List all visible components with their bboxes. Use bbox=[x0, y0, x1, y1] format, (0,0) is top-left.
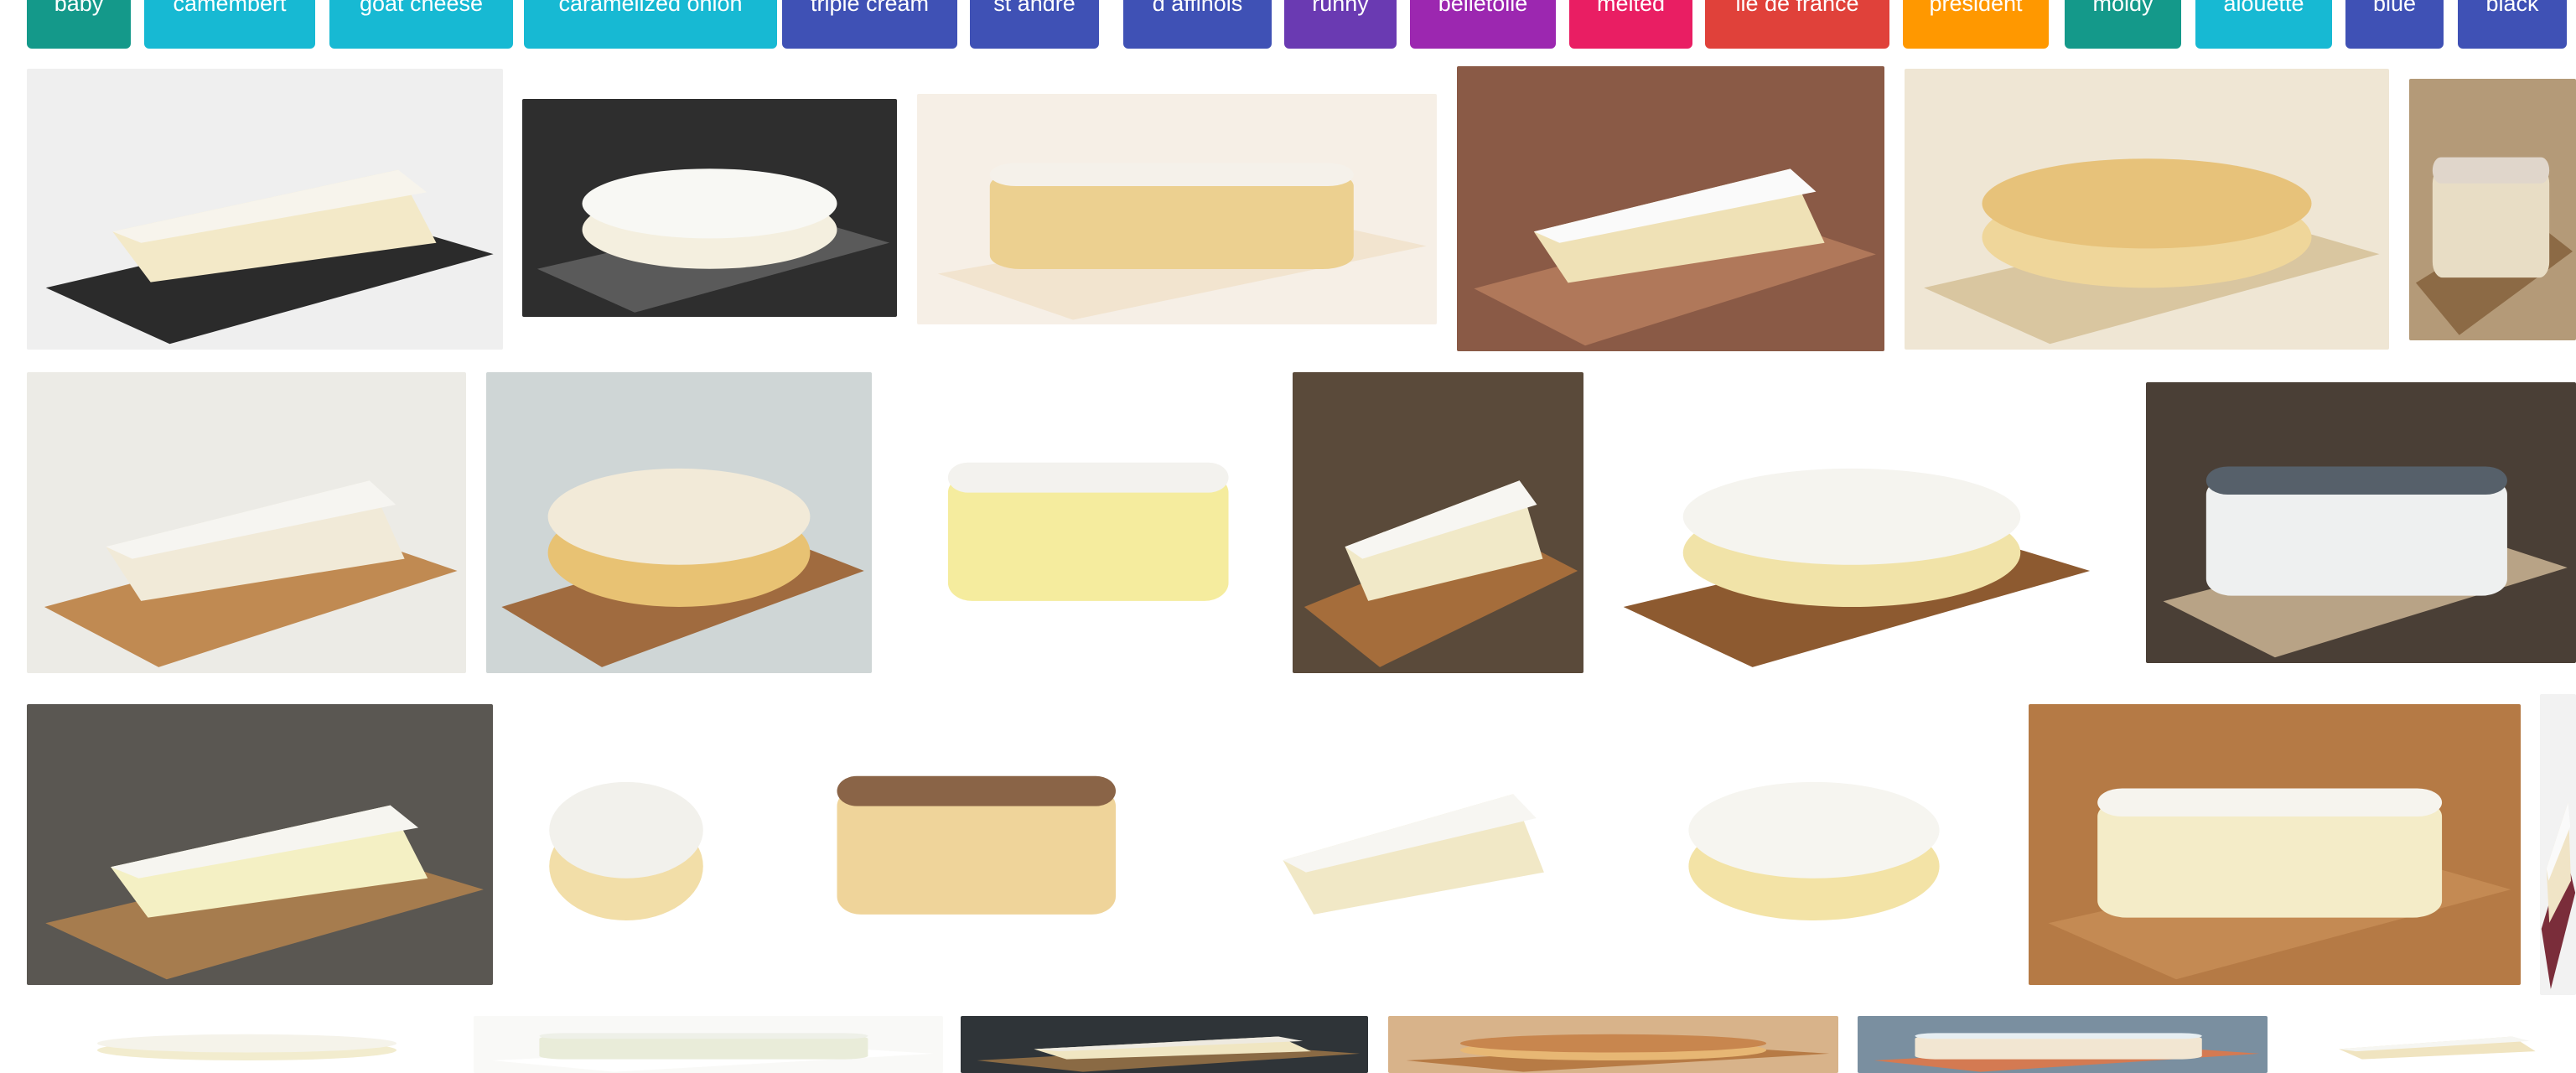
cheese-photo-icon bbox=[2540, 694, 2576, 995]
image-thumbnail[interactable] bbox=[1457, 66, 1884, 351]
image-thumbnail[interactable] bbox=[27, 372, 466, 673]
image-thumbnail[interactable] bbox=[2540, 694, 2576, 995]
cheese-photo-icon bbox=[1214, 686, 1598, 987]
image-thumbnail[interactable] bbox=[1388, 1016, 1838, 1073]
cheese-photo-icon bbox=[1388, 1016, 1838, 1073]
chip-black[interactable]: black bbox=[2458, 0, 2567, 49]
cheese-photo-icon bbox=[2409, 79, 2576, 340]
cheese-photo-icon bbox=[1604, 372, 2100, 673]
image-thumbnail[interactable] bbox=[474, 1016, 943, 1073]
image-thumbnail[interactable] bbox=[1604, 372, 2100, 673]
image-thumbnail[interactable] bbox=[2409, 79, 2576, 340]
image-thumbnail[interactable] bbox=[1905, 69, 2389, 350]
cheese-photo-icon bbox=[961, 1016, 1368, 1073]
image-thumbnail[interactable] bbox=[781, 686, 1179, 987]
cheese-photo-icon bbox=[2146, 382, 2576, 663]
chip-runny[interactable]: runny bbox=[1284, 0, 1397, 49]
cheese-photo-icon bbox=[513, 686, 739, 987]
chip-baby[interactable]: baby bbox=[27, 0, 131, 49]
image-thumbnail[interactable] bbox=[1858, 1016, 2268, 1073]
chip-caramelized-onion[interactable]: caramelized onion bbox=[524, 0, 777, 49]
chip-belletoile[interactable]: belletoile bbox=[1410, 0, 1556, 49]
image-thumbnail[interactable] bbox=[1630, 686, 1998, 987]
cheese-photo-icon bbox=[1457, 66, 1884, 351]
image-thumbnail[interactable] bbox=[2146, 382, 2576, 663]
cheese-photo-icon bbox=[2287, 1016, 2576, 1073]
chip-moldy[interactable]: moldy bbox=[2065, 0, 2181, 49]
image-thumbnail[interactable] bbox=[2287, 1016, 2576, 1073]
cheese-photo-icon bbox=[1858, 1016, 2268, 1073]
cheese-photo-icon bbox=[892, 372, 1293, 673]
image-thumbnail[interactable] bbox=[522, 99, 897, 317]
image-thumbnail[interactable] bbox=[1214, 686, 1598, 987]
cheese-photo-icon bbox=[27, 69, 503, 350]
chip-camembert[interactable]: camembert bbox=[144, 0, 315, 49]
chip-blue[interactable]: blue bbox=[2345, 0, 2444, 49]
image-thumbnail[interactable] bbox=[27, 69, 503, 350]
chip-goat-cheese[interactable]: goat cheese bbox=[329, 0, 513, 49]
image-thumbnail[interactable] bbox=[486, 372, 872, 673]
cheese-photo-icon bbox=[474, 1016, 943, 1073]
chip-melted[interactable]: melted bbox=[1569, 0, 1692, 49]
cheese-photo-icon bbox=[27, 1016, 467, 1073]
chip-triple-cream[interactable]: triple cream bbox=[782, 0, 957, 49]
chip-d-affinois[interactable]: d affinois bbox=[1123, 0, 1272, 49]
cheese-photo-icon bbox=[917, 94, 1437, 324]
cheese-photo-icon bbox=[1630, 686, 1998, 987]
cheese-photo-icon bbox=[781, 686, 1179, 987]
image-thumbnail[interactable] bbox=[27, 704, 493, 985]
chip-st-andre[interactable]: st andre bbox=[970, 0, 1099, 49]
image-thumbnail[interactable] bbox=[27, 1016, 467, 1073]
image-thumbnail[interactable] bbox=[961, 1016, 1368, 1073]
related-search-chips: baby camembert goat cheese caramelized o… bbox=[0, 0, 2576, 50]
cheese-photo-icon bbox=[27, 372, 466, 673]
cheese-photo-icon bbox=[1293, 372, 1583, 673]
cheese-photo-icon bbox=[486, 372, 872, 673]
cheese-photo-icon bbox=[1905, 69, 2389, 350]
chip-president[interactable]: president bbox=[1903, 0, 2049, 49]
image-thumbnail[interactable] bbox=[513, 686, 739, 987]
cheese-photo-icon bbox=[2029, 704, 2521, 985]
chip-ile-de-france[interactable]: ile de france bbox=[1705, 0, 1889, 49]
chip-alouette[interactable]: alouette bbox=[2195, 0, 2332, 49]
image-thumbnail[interactable] bbox=[2029, 704, 2521, 985]
image-thumbnail[interactable] bbox=[1293, 372, 1583, 673]
image-thumbnail[interactable] bbox=[917, 94, 1437, 324]
image-thumbnail[interactable] bbox=[892, 372, 1293, 673]
cheese-photo-icon bbox=[522, 99, 897, 317]
cheese-photo-icon bbox=[27, 704, 493, 985]
